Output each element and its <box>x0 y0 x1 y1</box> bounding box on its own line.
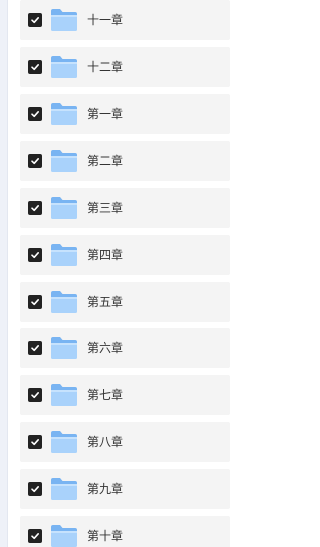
folder-label: 第七章 <box>87 388 124 402</box>
folder-label: 第一章 <box>87 107 124 121</box>
folder-row[interactable]: 第十章 <box>20 516 230 547</box>
checkbox-checked-icon[interactable] <box>28 295 42 309</box>
folder-label: 第三章 <box>87 201 124 215</box>
checkbox-checked-icon[interactable] <box>28 482 42 496</box>
folder-row[interactable]: 第五章 <box>20 282 230 322</box>
folder-row[interactable]: 十二章 <box>20 47 230 87</box>
checkbox-checked-icon[interactable] <box>28 107 42 121</box>
folder-icon <box>50 383 78 407</box>
folder-label: 第四章 <box>87 248 124 262</box>
folder-row[interactable]: 十一章 <box>20 0 230 40</box>
folder-row[interactable]: 第二章 <box>20 141 230 181</box>
folder-icon <box>50 102 78 126</box>
folder-row[interactable]: 第六章 <box>20 328 230 368</box>
folder-icon <box>50 524 78 547</box>
folder-label: 第二章 <box>87 154 124 168</box>
checkbox-checked-icon[interactable] <box>28 60 42 74</box>
folder-label: 第八章 <box>87 435 124 449</box>
folder-label: 第九章 <box>87 482 124 496</box>
checkbox-checked-icon[interactable] <box>28 201 42 215</box>
checkbox-checked-icon[interactable] <box>28 435 42 449</box>
folder-row[interactable]: 第一章 <box>20 94 230 134</box>
checkbox-checked-icon[interactable] <box>28 529 42 543</box>
folder-row[interactable]: 第七章 <box>20 375 230 415</box>
folder-icon <box>50 243 78 267</box>
left-rail <box>0 0 8 547</box>
folder-row[interactable]: 第九章 <box>20 469 230 509</box>
checkbox-checked-icon[interactable] <box>28 248 42 262</box>
folder-icon <box>50 55 78 79</box>
folder-label: 十二章 <box>87 60 124 74</box>
folder-label: 第五章 <box>87 295 124 309</box>
checkbox-checked-icon[interactable] <box>28 341 42 355</box>
checkbox-checked-icon[interactable] <box>28 13 42 27</box>
folder-row[interactable]: 第八章 <box>20 422 230 462</box>
folder-icon <box>50 8 78 32</box>
checkbox-checked-icon[interactable] <box>28 154 42 168</box>
folder-icon <box>50 430 78 454</box>
folder-label: 第十章 <box>87 529 124 543</box>
folder-list-panel: 十一章十二章第一章第二章第三章第四章第五章第六章第七章第八章第九章第十章 <box>0 0 230 547</box>
folder-icon <box>50 196 78 220</box>
folder-icon <box>50 149 78 173</box>
folder-label: 十一章 <box>87 13 124 27</box>
folder-icon <box>50 477 78 501</box>
folder-row[interactable]: 第三章 <box>20 188 230 228</box>
folder-icon <box>50 290 78 314</box>
folder-row[interactable]: 第四章 <box>20 235 230 275</box>
folder-icon <box>50 336 78 360</box>
folder-label: 第六章 <box>87 341 124 355</box>
checkbox-checked-icon[interactable] <box>28 388 42 402</box>
